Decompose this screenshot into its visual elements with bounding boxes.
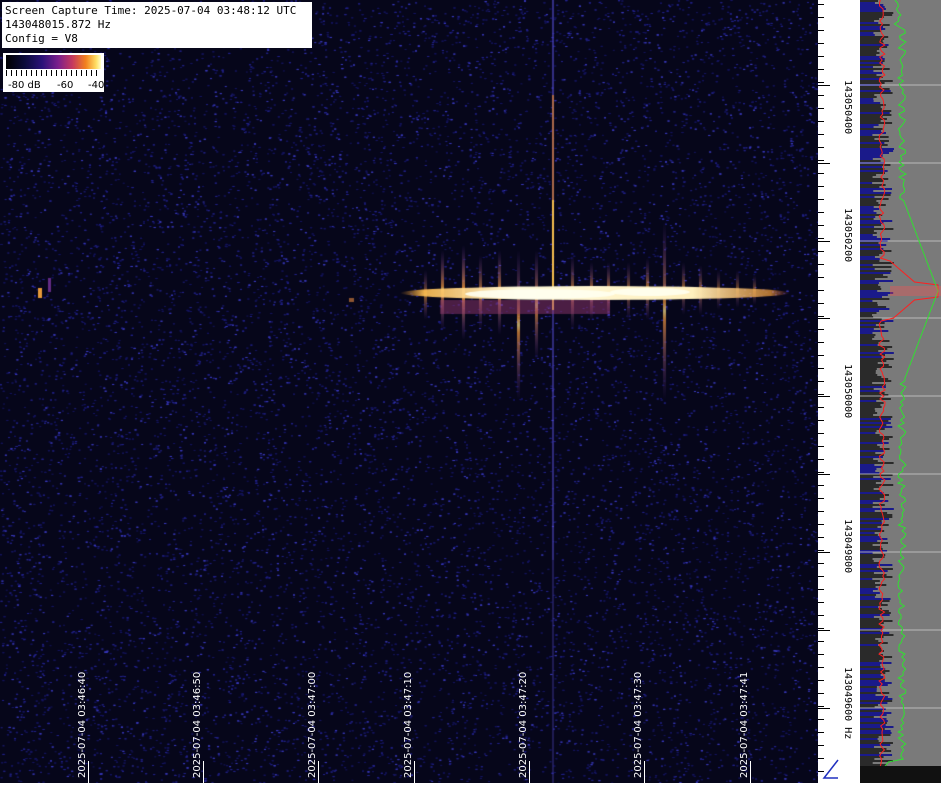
- freq-tick-major: [818, 552, 830, 553]
- freq-tick: [818, 17, 824, 18]
- freq-tick-major: [818, 318, 830, 319]
- freq-tick: [818, 524, 824, 525]
- waterfall-display[interactable]: Screen Capture Time: 2025-07-04 03:48:12…: [0, 0, 818, 783]
- freq-tick: [818, 498, 824, 499]
- freq-tick-major: [818, 85, 830, 86]
- freq-tick: [818, 576, 824, 577]
- freq-tick: [818, 667, 824, 668]
- freq-tick: [818, 69, 824, 70]
- freq-tick: [818, 680, 824, 681]
- freq-tick: [818, 251, 824, 252]
- freq-tick: [818, 290, 824, 291]
- color-scale-ticks: [6, 70, 101, 76]
- freq-tick: [818, 225, 824, 226]
- freq-tick: [818, 277, 824, 278]
- frequency-text: 143048015.872 Hz: [5, 18, 111, 31]
- freq-tick: [818, 43, 824, 44]
- color-scale-gradient: [6, 55, 101, 69]
- freq-tick: [818, 433, 824, 434]
- spectrum-panel: [860, 0, 941, 783]
- corner-marker-icon: [822, 759, 839, 779]
- freq-tick: [818, 511, 824, 512]
- freq-tick: [818, 654, 824, 655]
- color-scale-label-min: -80 dB: [8, 80, 41, 91]
- time-label: 2025-07-04 03:47:20: [518, 671, 529, 778]
- freq-tick: [818, 160, 824, 161]
- time-label: 2025-07-04 03:47:10: [403, 671, 414, 778]
- freq-tick: [818, 82, 824, 83]
- freq-tick: [818, 719, 824, 720]
- freq-tick-major: [818, 163, 830, 164]
- freq-tick-major: [818, 241, 830, 242]
- freq-tick: [818, 95, 824, 96]
- capture-info-box: Screen Capture Time: 2025-07-04 03:48:12…: [2, 2, 312, 48]
- freq-tick: [818, 342, 824, 343]
- freq-tick: [818, 420, 824, 421]
- freq-label: 143050000: [842, 364, 853, 419]
- freq-tick: [818, 212, 824, 213]
- time-label: 2025-07-04 03:46:40: [77, 671, 88, 778]
- capture-time-text: Screen Capture Time: 2025-07-04 03:48:12…: [5, 4, 297, 17]
- freq-tick: [818, 381, 824, 382]
- time-label: 2025-07-04 03:47:00: [307, 671, 318, 778]
- freq-tick: [818, 329, 824, 330]
- freq-tick: [818, 56, 824, 57]
- freq-tick: [818, 589, 824, 590]
- freq-tick: [818, 30, 824, 31]
- freq-tick: [818, 394, 824, 395]
- freq-tick: [818, 264, 824, 265]
- freq-tick-major: [818, 630, 830, 631]
- freq-tick: [818, 316, 824, 317]
- frequency-axis: 143050400 143050200 143050000 143049800 …: [818, 0, 860, 783]
- color-scale-label-max: -40: [88, 80, 105, 91]
- color-scale-legend: -80 dB -60 -40: [3, 53, 104, 92]
- freq-tick: [818, 628, 824, 629]
- freq-tick: [818, 121, 824, 122]
- freq-tick: [818, 472, 824, 473]
- freq-tick: [818, 732, 824, 733]
- time-label: 2025-07-04 03:47:30: [633, 671, 644, 778]
- freq-tick: [818, 641, 824, 642]
- freq-tick-major: [818, 474, 830, 475]
- time-label: 2025-07-04 03:47:41: [739, 671, 750, 778]
- time-label: 2025-07-04 03:46:50: [192, 671, 203, 778]
- config-text: Config = V8: [5, 32, 78, 45]
- freq-tick: [818, 173, 824, 174]
- freq-tick: [818, 537, 824, 538]
- freq-tick: [818, 4, 824, 5]
- freq-tick: [818, 147, 824, 148]
- freq-tick: [818, 134, 824, 135]
- freq-tick: [818, 108, 824, 109]
- freq-tick: [818, 706, 824, 707]
- color-scale-label-mid: -60: [57, 80, 74, 91]
- freq-tick: [818, 485, 824, 486]
- freq-label: 143050400: [842, 80, 853, 135]
- freq-tick: [818, 745, 824, 746]
- freq-tick: [818, 563, 824, 564]
- spectrum-trace: [860, 0, 941, 783]
- freq-tick: [818, 407, 824, 408]
- freq-tick-major: [818, 396, 830, 397]
- freq-tick: [818, 446, 824, 447]
- freq-tick: [818, 238, 824, 239]
- freq-tick: [818, 186, 824, 187]
- freq-label: 143050200: [842, 208, 853, 263]
- freq-tick: [818, 368, 824, 369]
- freq-label: 143049600 Hz: [842, 667, 853, 740]
- freq-tick: [818, 602, 824, 603]
- freq-tick: [818, 693, 824, 694]
- freq-tick: [818, 459, 824, 460]
- freq-label: 143049800: [842, 519, 853, 574]
- freq-tick: [818, 550, 824, 551]
- freq-tick: [818, 199, 824, 200]
- freq-tick: [818, 615, 824, 616]
- freq-tick: [818, 303, 824, 304]
- freq-tick: [818, 355, 824, 356]
- freq-tick-major: [818, 708, 830, 709]
